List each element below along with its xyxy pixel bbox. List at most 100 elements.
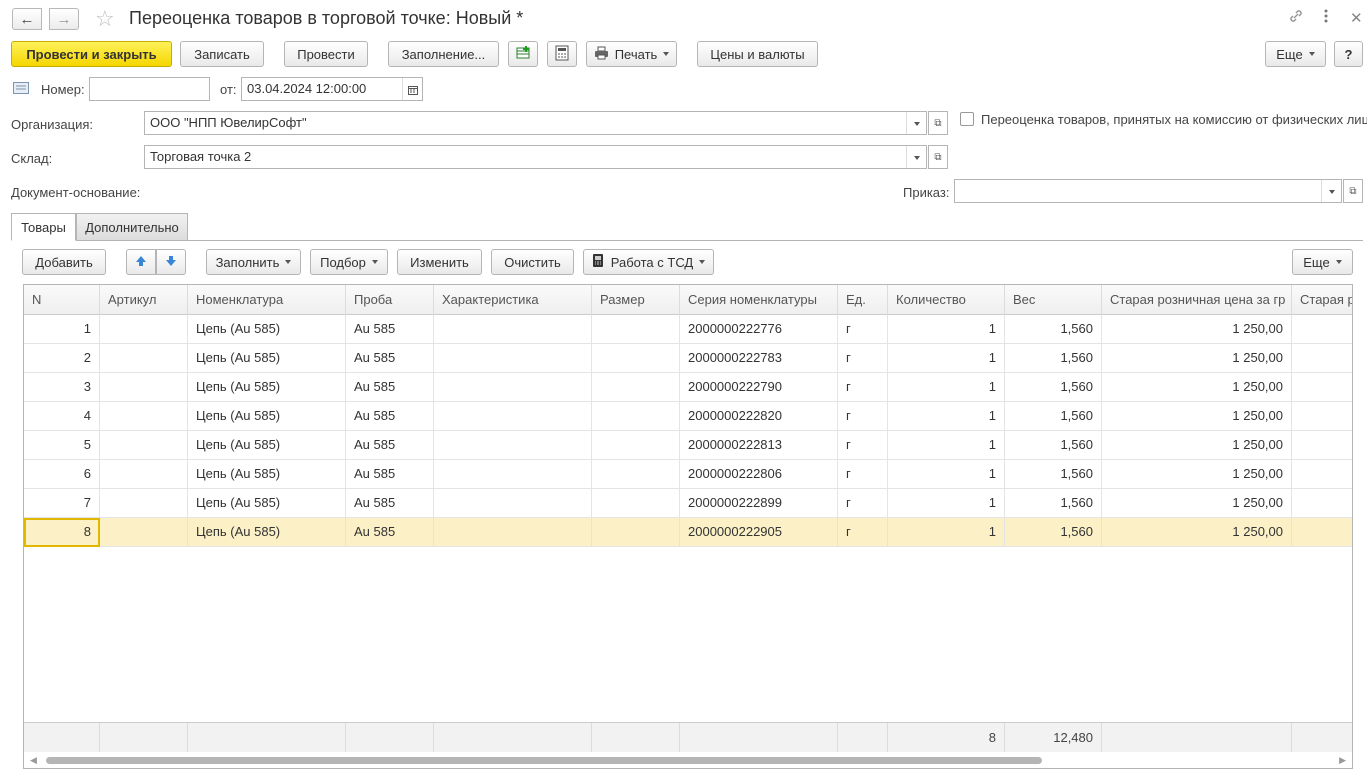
- cell-col-probe[interactable]: Au 585: [346, 344, 434, 373]
- cell-col-old-price[interactable]: [1292, 315, 1352, 344]
- cell-col-series[interactable]: 2000000222790: [680, 373, 838, 402]
- header-col-weight[interactable]: Вес: [1005, 285, 1102, 315]
- cell-col-unit[interactable]: г: [838, 373, 888, 402]
- add-button[interactable]: Добавить: [22, 249, 106, 275]
- cell-col-size[interactable]: [592, 373, 680, 402]
- cell-col-size[interactable]: [592, 344, 680, 373]
- order-field[interactable]: [954, 179, 1342, 203]
- cell-col-n[interactable]: 2: [24, 344, 100, 373]
- cell-col-size[interactable]: [592, 431, 680, 460]
- date-field[interactable]: 03.04.2024 12:00:00: [241, 77, 423, 101]
- close-icon[interactable]: ✕: [1350, 9, 1363, 27]
- tab-goods[interactable]: Товары: [11, 213, 76, 241]
- cell-col-unit[interactable]: г: [838, 344, 888, 373]
- save-button[interactable]: Записать: [180, 41, 264, 67]
- cell-col-characteristic[interactable]: [434, 518, 592, 547]
- forward-button[interactable]: →: [49, 8, 79, 30]
- star-icon[interactable]: ☆: [95, 6, 115, 32]
- scroll-right-icon[interactable]: ▶: [1339, 755, 1346, 766]
- post-button[interactable]: Провести: [284, 41, 368, 67]
- doc-list-icon[interactable]: [13, 82, 29, 97]
- header-col-quantity[interactable]: Количество: [888, 285, 1005, 315]
- cell-col-old-price[interactable]: [1292, 402, 1352, 431]
- cell-col-article[interactable]: [100, 373, 188, 402]
- move-up-button[interactable]: [126, 249, 156, 275]
- cell-col-article[interactable]: [100, 431, 188, 460]
- cell-col-old-price-gr[interactable]: 1 250,00: [1102, 373, 1292, 402]
- cell-col-unit[interactable]: г: [838, 460, 888, 489]
- scroll-left-icon[interactable]: ◀: [30, 755, 37, 766]
- clear-button[interactable]: Очистить: [491, 249, 574, 275]
- cell-col-characteristic[interactable]: [434, 402, 592, 431]
- header-col-unit[interactable]: Ед.: [838, 285, 888, 315]
- cell-col-old-price-gr[interactable]: 1 250,00: [1102, 518, 1292, 547]
- cell-col-series[interactable]: 2000000222783: [680, 344, 838, 373]
- cell-col-probe[interactable]: Au 585: [346, 489, 434, 518]
- cell-col-quantity[interactable]: 1: [888, 460, 1005, 489]
- cell-col-article[interactable]: [100, 344, 188, 373]
- table-more-button[interactable]: Еще: [1292, 249, 1353, 275]
- cell-col-size[interactable]: [592, 489, 680, 518]
- table-row[interactable]: 3 Цепь (Au 585) Au 585 2000000222790 г 1 1,560…: [24, 373, 1352, 402]
- cell-col-n[interactable]: 5: [24, 431, 100, 460]
- open-icon[interactable]: ⧉: [1343, 179, 1363, 203]
- table-row[interactable]: 7 Цепь (Au 585) Au 585 2000000222899 г 1 1,560…: [24, 489, 1352, 518]
- print-button[interactable]: Печать: [586, 41, 677, 67]
- cell-col-n[interactable]: 8: [24, 518, 100, 547]
- cell-col-weight[interactable]: 1,560: [1005, 431, 1102, 460]
- cell-col-unit[interactable]: г: [838, 315, 888, 344]
- header-col-n[interactable]: N: [24, 285, 100, 315]
- table-row[interactable]: 1 Цепь (Au 585) Au 585 2000000222776 г 1 1,560…: [24, 315, 1352, 344]
- dropdown-icon[interactable]: [906, 112, 926, 134]
- cell-col-old-price[interactable]: [1292, 518, 1352, 547]
- table-row[interactable]: 5 Цепь (Au 585) Au 585 2000000222813 г 1 1,560…: [24, 431, 1352, 460]
- scroll-thumb[interactable]: [46, 757, 1042, 764]
- cell-col-size[interactable]: [592, 518, 680, 547]
- cell-col-series[interactable]: 2000000222905: [680, 518, 838, 547]
- cell-col-size[interactable]: [592, 402, 680, 431]
- cell-col-article[interactable]: [100, 518, 188, 547]
- pick-button[interactable]: Подбор: [310, 249, 388, 275]
- cell-col-size[interactable]: [592, 460, 680, 489]
- cell-col-quantity[interactable]: 1: [888, 344, 1005, 373]
- table-row[interactable]: 4 Цепь (Au 585) Au 585 2000000222820 г 1 1,560…: [24, 402, 1352, 431]
- prices-currencies-button[interactable]: Цены и валюты: [697, 41, 818, 67]
- header-col-article[interactable]: Артикул: [100, 285, 188, 315]
- table-row[interactable]: 8 Цепь (Au 585) Au 585 2000000222905 г 1 1,560…: [24, 518, 1352, 547]
- table-row[interactable]: 6 Цепь (Au 585) Au 585 2000000222806 г 1 1,560…: [24, 460, 1352, 489]
- cell-col-probe[interactable]: Au 585: [346, 373, 434, 402]
- cell-col-probe[interactable]: Au 585: [346, 460, 434, 489]
- organization-field[interactable]: ООО "НПП ЮвелирСофт": [144, 111, 927, 135]
- cell-col-article[interactable]: [100, 402, 188, 431]
- cell-col-series[interactable]: 2000000222820: [680, 402, 838, 431]
- cell-col-nomenclature[interactable]: Цепь (Au 585): [188, 518, 346, 547]
- cell-col-old-price-gr[interactable]: 1 250,00: [1102, 315, 1292, 344]
- cell-col-weight[interactable]: 1,560: [1005, 489, 1102, 518]
- cell-col-weight[interactable]: 1,560: [1005, 460, 1102, 489]
- add-row-button[interactable]: [508, 41, 538, 67]
- cell-col-n[interactable]: 1: [24, 315, 100, 344]
- cell-col-n[interactable]: 3: [24, 373, 100, 402]
- cell-col-old-price[interactable]: [1292, 431, 1352, 460]
- cell-col-nomenclature[interactable]: Цепь (Au 585): [188, 402, 346, 431]
- header-col-size[interactable]: Размер: [592, 285, 680, 315]
- cell-col-nomenclature[interactable]: Цепь (Au 585): [188, 373, 346, 402]
- cell-col-nomenclature[interactable]: Цепь (Au 585): [188, 460, 346, 489]
- cell-col-old-price[interactable]: [1292, 489, 1352, 518]
- cell-col-nomenclature[interactable]: Цепь (Au 585): [188, 489, 346, 518]
- cell-col-quantity[interactable]: 1: [888, 373, 1005, 402]
- cell-col-nomenclature[interactable]: Цепь (Au 585): [188, 431, 346, 460]
- cell-col-old-price[interactable]: [1292, 460, 1352, 489]
- cell-col-weight[interactable]: 1,560: [1005, 344, 1102, 373]
- cell-col-old-price[interactable]: [1292, 373, 1352, 402]
- cell-col-probe[interactable]: Au 585: [346, 402, 434, 431]
- cell-col-unit[interactable]: г: [838, 431, 888, 460]
- header-col-nomenclature[interactable]: Номенклатура: [188, 285, 346, 315]
- header-col-series[interactable]: Серия номенклатуры: [680, 285, 838, 315]
- number-field[interactable]: [89, 77, 210, 101]
- cell-col-quantity[interactable]: 1: [888, 431, 1005, 460]
- cell-col-n[interactable]: 6: [24, 460, 100, 489]
- calendar-icon[interactable]: [402, 78, 422, 100]
- cell-col-probe[interactable]: Au 585: [346, 518, 434, 547]
- warehouse-field[interactable]: Торговая точка 2: [144, 145, 927, 169]
